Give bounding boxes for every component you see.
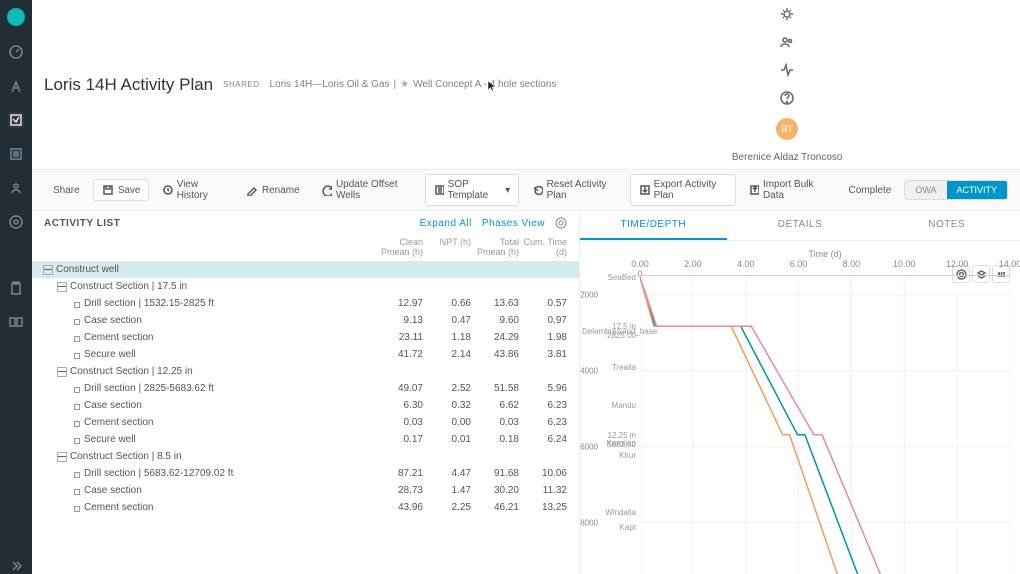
- activity-row[interactable]: Secure well41.722.1443.863.81: [32, 346, 579, 363]
- complete-button[interactable]: Complete: [840, 180, 901, 201]
- rail-list-icon[interactable]: [8, 146, 24, 162]
- gear-icon[interactable]: [555, 217, 567, 229]
- x-axis-title: Time (d): [640, 249, 1010, 259]
- pulse-icon[interactable]: [779, 62, 795, 78]
- plot-area: 20004000600080001000012000SeaBed17.5 in2…: [640, 275, 1010, 574]
- page-title: Loris 14H Activity Plan: [44, 75, 213, 95]
- tab-time-depth[interactable]: TIME/DEPTH: [580, 211, 727, 240]
- nav-rail: [0, 0, 32, 574]
- rail-clipboard-icon[interactable]: [8, 280, 24, 296]
- avatar[interactable]: BT: [776, 118, 798, 140]
- toolbar: Share Save View History Rename Update Of…: [32, 170, 1020, 211]
- rail-expand-icon[interactable]: [8, 558, 24, 574]
- save-button[interactable]: Save: [93, 179, 150, 201]
- username: Berenice Aldaz Troncoso: [732, 152, 843, 163]
- owa-toggle[interactable]: OWA: [905, 181, 946, 199]
- expand-all-link[interactable]: Expand All: [420, 218, 472, 229]
- section-row[interactable]: Construct Section | 8.5 in: [32, 448, 579, 465]
- activity-row[interactable]: Cement section43.962.2546.2113.25: [32, 499, 579, 516]
- activity-row[interactable]: Case section9.130.479.600.97: [32, 312, 579, 329]
- header: Loris 14H Activity Plan SHARED Loris 14H…: [32, 0, 1020, 170]
- rail-a-icon[interactable]: [8, 78, 24, 94]
- view-history-button[interactable]: View History: [153, 174, 232, 206]
- pencil-icon: [246, 184, 258, 196]
- reset-button[interactable]: Reset Activity Plan: [523, 174, 626, 206]
- activity-row[interactable]: Drill section | 2825-5683.62 ft49.072.52…: [32, 380, 579, 397]
- crumb-concept[interactable]: Well Concept A - 4 hole sections: [413, 79, 556, 90]
- section-row[interactable]: Construct Section | 12.25 in: [32, 363, 579, 380]
- sun-icon[interactable]: [779, 6, 795, 22]
- activity-row[interactable]: Case section6.300.326.626.23: [32, 397, 579, 414]
- activity-toggle[interactable]: ACTIVITY: [947, 181, 1008, 199]
- activity-list-title: ACTIVITY LIST: [44, 218, 120, 229]
- share-button[interactable]: Share: [44, 180, 89, 201]
- reset-icon: [532, 184, 542, 196]
- tab-details[interactable]: DETAILS: [727, 211, 874, 240]
- cursor-icon: [487, 80, 499, 92]
- export-button[interactable]: Export Activity Plan: [630, 174, 735, 206]
- rail-dashboard-icon[interactable]: [8, 44, 24, 60]
- rail-people-icon[interactable]: [8, 180, 24, 196]
- column-headers: Clean Pmean (h) NPT (h) Total Pmean (h) …: [32, 235, 579, 261]
- refresh-icon: [322, 184, 332, 196]
- owa-activity-toggle[interactable]: OWA ACTIVITY: [904, 180, 1008, 200]
- chevron-down-icon: ▾: [505, 185, 510, 196]
- activity-list-panel: ACTIVITY LIST Expand All Phases View Cle…: [32, 211, 580, 574]
- activity-tree: Construct wellConstruct Section | 17.5 i…: [32, 261, 579, 516]
- chart-tabs: TIME/DEPTH DETAILS NOTES: [580, 211, 1020, 241]
- activity-row[interactable]: Case section28.731.4730.2011.32: [32, 482, 579, 499]
- phases-view-link[interactable]: Phases View: [482, 218, 545, 229]
- tree-root[interactable]: Construct well: [32, 261, 579, 278]
- shared-badge: SHARED: [223, 80, 259, 89]
- star-icon[interactable]: ★: [400, 79, 409, 90]
- activity-row[interactable]: Drill section | 5683.62-12709.02 ft87.21…: [32, 465, 579, 482]
- sop-template-button[interactable]: SOP Template ▾: [425, 174, 520, 206]
- rename-button[interactable]: Rename: [237, 179, 309, 201]
- update-offset-button[interactable]: Update Offset Wells: [313, 174, 421, 206]
- people-icon[interactable]: [779, 34, 795, 50]
- help-icon[interactable]: [779, 90, 795, 106]
- x-axis: 0.002.004.006.008.0010.0012.0014.000: [640, 259, 1010, 275]
- save-icon: [102, 184, 114, 196]
- tab-notes[interactable]: NOTES: [873, 211, 1020, 240]
- activity-row[interactable]: Cement section0.030.000.036.23: [32, 414, 579, 431]
- rail-activity-icon[interactable]: [8, 112, 24, 128]
- section-row[interactable]: Construct Section | 17.5 in: [32, 278, 579, 295]
- import-icon: [749, 184, 759, 196]
- template-icon: [434, 184, 444, 196]
- activity-row[interactable]: Secure well0.170.010.186.24: [32, 431, 579, 448]
- activity-row[interactable]: Cement section23.111.1824.291.98: [32, 329, 579, 346]
- import-button[interactable]: Import Bulk Data: [740, 174, 836, 206]
- activity-row[interactable]: Drill section | 1532.15-2825 ft12.970.66…: [32, 295, 579, 312]
- export-icon: [639, 184, 649, 196]
- history-icon: [162, 184, 172, 196]
- chart-panel: TIME/DEPTH DETAILS NOTES Time (d) 0.002.…: [580, 211, 1020, 574]
- rail-settings-icon[interactable]: [8, 214, 24, 230]
- app-logo-icon[interactable]: [7, 8, 25, 26]
- rail-compare-icon[interactable]: [8, 314, 24, 330]
- crumb-company[interactable]: Loris 14H—Loris Oil & Gas: [269, 79, 389, 90]
- breadcrumb[interactable]: Loris 14H—Loris Oil & Gas | ★ Well Conce…: [269, 79, 556, 90]
